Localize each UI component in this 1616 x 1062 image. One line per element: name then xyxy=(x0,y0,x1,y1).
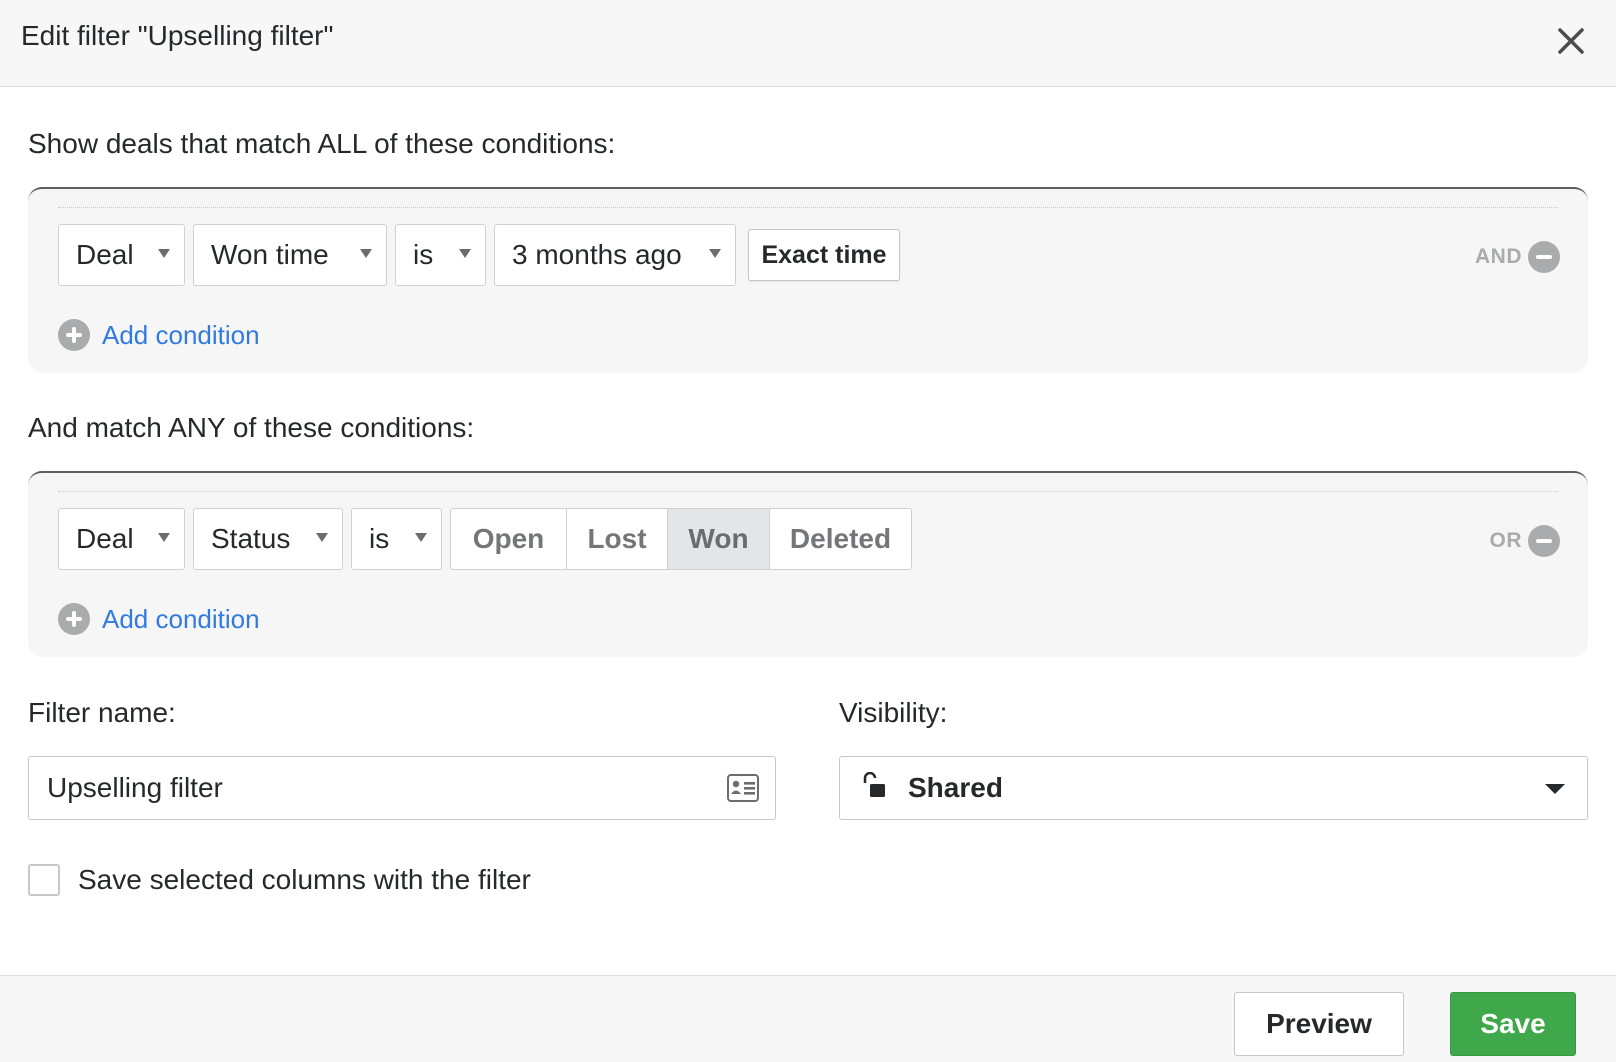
add-condition-label: Add condition xyxy=(102,319,260,350)
dialog-header: Edit filter "Upselling filter" xyxy=(0,0,1616,87)
remove-condition-icon[interactable] xyxy=(1528,241,1560,273)
object-select[interactable]: Deal xyxy=(58,508,185,570)
save-columns-option[interactable]: Save selected columns with the filter xyxy=(28,864,531,896)
remove-condition-icon[interactable] xyxy=(1528,525,1560,557)
save-columns-checkbox[interactable] xyxy=(28,864,60,896)
exact-time-button[interactable]: Exact time xyxy=(748,229,900,281)
plus-circle-icon xyxy=(58,319,90,351)
caret-down-icon xyxy=(415,533,427,542)
save-button[interactable]: Save xyxy=(1450,992,1576,1056)
status-option-lost[interactable]: Lost xyxy=(567,509,668,569)
preview-button[interactable]: Preview xyxy=(1234,992,1404,1056)
object-select-value: Deal xyxy=(76,239,134,270)
object-select-value: Deal xyxy=(76,523,134,554)
caret-down-icon xyxy=(1545,784,1565,794)
dialog-title: Edit filter "Upselling filter" xyxy=(21,20,334,51)
visibility-select[interactable]: Shared xyxy=(839,756,1588,820)
logic-label: AND xyxy=(1475,245,1522,268)
caret-down-icon xyxy=(158,249,170,258)
caret-down-icon xyxy=(709,249,721,258)
add-condition-link[interactable]: Add condition xyxy=(58,603,260,635)
unlocked-icon xyxy=(862,771,886,805)
filter-name-label: Filter name: xyxy=(28,697,176,728)
operator-select-value: is xyxy=(369,523,390,554)
add-condition-label: Add condition xyxy=(102,603,260,634)
close-icon[interactable] xyxy=(1552,22,1590,60)
object-select[interactable]: Deal xyxy=(58,224,185,286)
operator-select[interactable]: is xyxy=(395,224,486,286)
field-select[interactable]: Status xyxy=(193,508,343,570)
logic-label: OR xyxy=(1489,529,1522,552)
logic-and: AND xyxy=(1475,241,1560,273)
operator-select[interactable]: is xyxy=(351,508,442,570)
status-option-deleted[interactable]: Deleted xyxy=(770,509,911,569)
visibility-label: Visibility: xyxy=(839,697,948,728)
value-select-value: 3 months ago xyxy=(512,239,682,270)
status-option-open[interactable]: Open xyxy=(451,509,567,569)
condition-row: Deal Won time is 3 months ago Exact time xyxy=(58,223,900,287)
filter-name-value: Upselling filter xyxy=(47,772,223,803)
divider xyxy=(58,207,1558,208)
filter-name-input[interactable]: Upselling filter xyxy=(28,756,776,820)
logic-or: OR xyxy=(1489,525,1560,557)
caret-down-icon xyxy=(459,249,471,258)
add-condition-link[interactable]: Add condition xyxy=(58,319,260,351)
divider xyxy=(58,491,1558,492)
edit-filter-dialog: Edit filter "Upselling filter" Show deal… xyxy=(0,0,1616,1062)
caret-down-icon xyxy=(360,249,372,258)
save-columns-label: Save selected columns with the filter xyxy=(78,864,531,895)
any-conditions-heading: And match ANY of these conditions: xyxy=(28,412,475,443)
field-select-value: Status xyxy=(211,523,291,554)
status-option-won[interactable]: Won xyxy=(668,509,770,569)
field-select-value: Won time xyxy=(211,239,329,270)
any-conditions-panel: Deal Status is Open Lost Won Deleted OR xyxy=(28,471,1588,657)
visibility-value: Shared xyxy=(908,772,1003,803)
dialog-footer: Preview Save xyxy=(0,975,1616,1062)
all-conditions-heading: Show deals that match ALL of these condi… xyxy=(28,128,616,159)
contact-card-icon xyxy=(727,774,759,809)
condition-row: Deal Status is Open Lost Won Deleted xyxy=(58,507,912,571)
operator-select-value: is xyxy=(413,239,434,270)
field-select[interactable]: Won time xyxy=(193,224,387,286)
caret-down-icon xyxy=(158,533,170,542)
caret-down-icon xyxy=(316,533,328,542)
value-select[interactable]: 3 months ago xyxy=(494,224,736,286)
plus-circle-icon xyxy=(58,603,90,635)
status-segmented-control: Open Lost Won Deleted xyxy=(450,508,912,570)
all-conditions-panel: Deal Won time is 3 months ago Exact time… xyxy=(28,187,1588,373)
